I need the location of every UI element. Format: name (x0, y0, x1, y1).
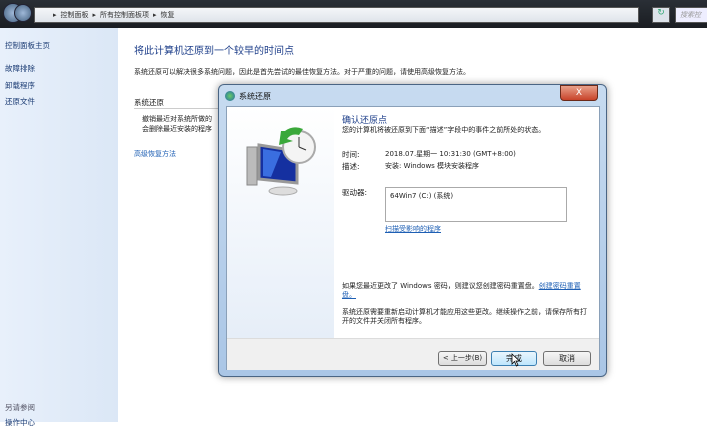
sidebar-item-restore-files[interactable]: 还原文件 (5, 96, 35, 107)
sidebar-item-action-center[interactable]: 操作中心 (5, 417, 35, 428)
sidebar-item-uninstall[interactable]: 卸载程序 (5, 80, 35, 91)
back-button[interactable]: < 上一步(B) (438, 351, 487, 366)
restore-monitor-clock-icon (246, 127, 316, 196)
see-also-heading: 另请参阅 (5, 403, 35, 412)
section-text: 会删除最近安装的程序 (142, 125, 212, 133)
section-heading: 系统还原 (134, 97, 219, 109)
restart-note: 系统还原需要重新启动计算机才能应用这些更改。继续操作之前，请保存所有打开的文件并… (342, 308, 587, 325)
drive-label: 驱动器: (342, 188, 368, 197)
description-label: 描述: (342, 162, 360, 171)
sidebar-item-home[interactable]: 控制面板主页 (5, 40, 50, 51)
search-input[interactable]: 搜索控 (675, 7, 707, 23)
wizard-side-panel (227, 107, 334, 338)
breadcrumb-all-items[interactable]: 所有控制面板项 (100, 10, 149, 20)
drive-list[interactable]: 64Win7 (C:) (系统) (385, 187, 567, 222)
mouse-cursor-icon (511, 353, 521, 367)
refresh-button[interactable]: ↻ (652, 7, 670, 23)
advanced-recovery-link[interactable]: 高级恢复方法 (134, 149, 176, 159)
chevron-right-icon: ▸ (92, 11, 97, 19)
chevron-right-icon: ▸ (53, 11, 57, 19)
dialog-heading: 确认还原点 (342, 116, 388, 126)
time-value: 2018.07.星期一 10:31:30 (GMT+8:00) (385, 150, 516, 158)
password-note: 如果您最近更改了 Windows 密码，则建议您创建密码重置盘。 (342, 282, 539, 290)
button-bar: < 上一步(B) 完成 取消 (227, 338, 599, 370)
chevron-right-icon: ▸ (153, 11, 157, 19)
sidebar: 控制面板主页 故障排除 卸载程序 还原文件 另请参阅 操作中心 (0, 28, 118, 427)
breadcrumb-recovery[interactable]: 恢复 (161, 10, 175, 20)
section-text: 撤销最近对系统所做的 (142, 115, 212, 123)
page-description: 系统还原可以解决很多系统问题，因此是首先尝试的最佳恢复方法。对于严重的问题，请使… (134, 68, 470, 76)
description-value: 安装: Windows 模块安装程序 (385, 162, 480, 170)
drive-item[interactable]: 64Win7 (C:) (系统) (390, 192, 453, 200)
cancel-button[interactable]: 取消 (543, 351, 591, 366)
dialog-subtitle: 您的计算机将被还原到下面“描述”字段中的事件之前所处的状态。 (342, 126, 546, 134)
address-toolbar: ▸ 控制面板 ▸ 所有控制面板项 ▸ 恢复 ↻ 搜索控 (0, 0, 707, 28)
forward-nav-button[interactable] (14, 4, 32, 22)
system-restore-dialog: 系统还原 X 确认还原点 您的计算机将被还原到下面“描述”字段中的事件之前所处的… (218, 84, 607, 377)
system-restore-icon (225, 91, 235, 101)
scan-affected-programs-link[interactable]: 扫描受影响的程序 (385, 224, 441, 234)
dialog-title: 系统还原 (239, 92, 271, 101)
sidebar-item-troubleshoot[interactable]: 故障排除 (5, 63, 35, 74)
time-label: 时间: (342, 150, 360, 159)
page-title: 将此计算机还原到一个较早的时间点 (134, 46, 294, 57)
address-bar[interactable]: ▸ 控制面板 ▸ 所有控制面板项 ▸ 恢复 (34, 7, 639, 23)
close-button[interactable]: X (560, 85, 598, 101)
breadcrumb-control-panel[interactable]: 控制面板 (61, 10, 89, 20)
